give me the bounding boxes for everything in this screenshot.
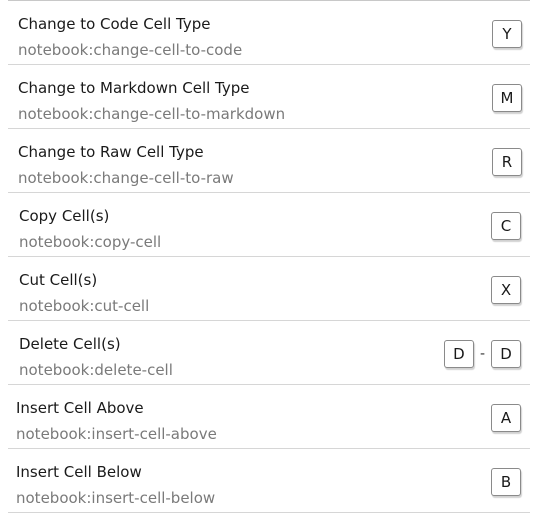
shortcut-row-cut-cell[interactable]: Cut Cell(s) notebook:cut-cell X [8,257,530,321]
key-d-first[interactable]: D [443,340,474,368]
shortcut-keys: A [491,404,521,432]
shortcut-command: notebook:change-cell-to-markdown [18,105,286,123]
key-d-second[interactable]: D [491,340,521,368]
shortcut-command: notebook:insert-cell-below [16,489,216,507]
key-r[interactable]: R [492,148,522,176]
shortcut-keys: C [491,212,521,240]
key-b[interactable]: B [491,468,521,496]
key-c[interactable]: C [491,212,521,240]
key-x[interactable]: X [491,276,521,304]
shortcut-title: Copy Cell(s) [19,207,110,225]
key-y[interactable]: Y [492,20,522,48]
shortcut-keys: B [491,468,521,496]
shortcut-row-delete-cell[interactable]: Delete Cell(s) notebook:delete-cell D - … [8,321,530,385]
shortcut-command: notebook:change-cell-to-raw [18,169,234,187]
shortcut-row-insert-cell-below[interactable]: Insert Cell Below notebook:insert-cell-b… [8,449,530,513]
shortcut-keys: Y [492,20,522,48]
shortcut-row-copy-cell[interactable]: Copy Cell(s) notebook:copy-cell C [8,193,530,257]
key-separator: - [479,346,485,362]
shortcut-keys: D - D [443,340,521,368]
shortcut-command: notebook:change-cell-to-code [18,41,243,59]
shortcut-command: notebook:cut-cell [19,297,150,315]
shortcut-list: Change to Code Cell Type notebook:change… [8,0,530,513]
shortcut-title: Change to Markdown Cell Type [18,79,250,97]
shortcut-keys: X [491,276,521,304]
shortcut-title: Change to Raw Cell Type [18,143,204,161]
shortcut-command: notebook:copy-cell [19,233,162,251]
key-m[interactable]: M [492,84,522,112]
shortcut-title: Change to Code Cell Type [18,15,211,33]
shortcut-command: notebook:insert-cell-above [16,425,217,443]
shortcut-command: notebook:delete-cell [19,361,173,379]
key-a[interactable]: A [491,404,521,432]
shortcut-keys: M [492,84,522,112]
shortcut-title: Cut Cell(s) [19,271,98,289]
shortcut-title: Insert Cell Below [16,463,142,481]
shortcut-keys: R [492,148,522,176]
shortcut-row-change-cell-to-markdown[interactable]: Change to Markdown Cell Type notebook:ch… [8,65,530,129]
shortcut-title: Insert Cell Above [16,399,144,417]
shortcut-title: Delete Cell(s) [19,335,121,353]
shortcut-row-insert-cell-above[interactable]: Insert Cell Above notebook:insert-cell-a… [8,385,530,449]
shortcut-row-change-cell-to-raw[interactable]: Change to Raw Cell Type notebook:change-… [8,129,530,193]
shortcut-row-change-cell-to-code[interactable]: Change to Code Cell Type notebook:change… [8,1,530,65]
